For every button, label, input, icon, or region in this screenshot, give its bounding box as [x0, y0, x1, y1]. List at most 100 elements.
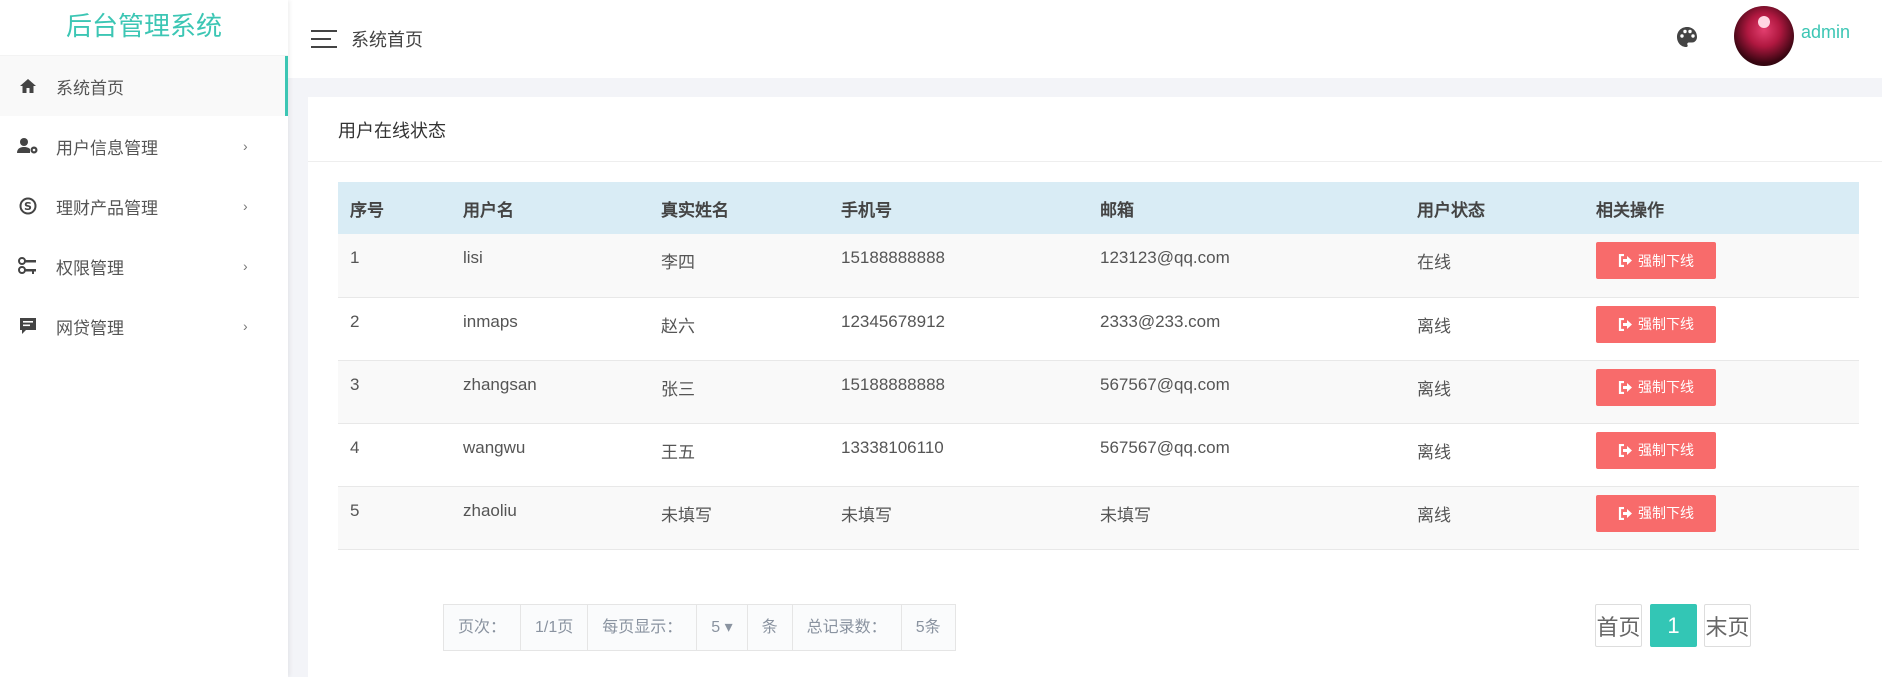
cell-index: 4: [338, 423, 451, 487]
force-offline-label: 强制下线: [1638, 505, 1694, 521]
sign-out-icon: [1618, 506, 1632, 520]
col-header-realname: 真实姓名: [649, 182, 829, 234]
page-label: 页次：: [444, 605, 522, 650]
sidebar-item-label: 理财产品管理: [56, 198, 158, 218]
table-header-row: 序号 用户名 真实姓名 手机号 邮箱 用户状态 相关操作: [338, 182, 1859, 234]
online-status-card: 用户在线状态 序号 用户名 真实姓名 手机号 邮箱 用户状态 相关操作 1 lis…: [308, 97, 1882, 677]
chevron-right-icon: ›: [243, 138, 248, 154]
last-page-button[interactable]: 末页: [1704, 604, 1751, 647]
chevron-right-icon: ›: [243, 258, 248, 274]
home-icon: [16, 76, 40, 96]
cell-username: zhaoliu: [451, 486, 649, 550]
cell-email: 2333@233.com: [1088, 297, 1405, 361]
force-offline-label: 强制下线: [1638, 379, 1694, 395]
page-1-button[interactable]: 1: [1650, 604, 1697, 647]
col-header-status: 用户状态: [1405, 182, 1584, 234]
table-row: 3 zhangsan 张三 15188888888 567567@qq.com 离线 强制下…: [338, 360, 1859, 424]
force-offline-label: 强制下线: [1638, 442, 1694, 458]
cell-status: 在线: [1405, 234, 1584, 298]
palette-icon[interactable]: [1676, 26, 1698, 48]
user-table: 序号 用户名 真实姓名 手机号 邮箱 用户状态 相关操作 1 lisi 李四 1518…: [338, 182, 1859, 550]
cell-email: 567567@qq.com: [1088, 360, 1405, 424]
svg-text:S: S: [24, 200, 32, 213]
skype-s-icon: S: [16, 196, 40, 216]
cell-username: inmaps: [451, 297, 649, 361]
table-row: 5 zhaoliu 未填写 未填写 未填写 离线 强制下线: [338, 486, 1859, 550]
first-page-button[interactable]: 首页: [1595, 604, 1642, 647]
cell-username: wangwu: [451, 423, 649, 487]
table-row: 1 lisi 李四 15188888888 123123@qq.com 在线 强制下线: [338, 234, 1859, 298]
table-row: 2 inmaps 赵六 12345678912 2333@233.com 离线 强制下线: [338, 297, 1859, 361]
sign-out-icon: [1618, 254, 1632, 267]
cell-realname: 李四: [649, 234, 829, 298]
cell-actions: 强制下线: [1584, 360, 1859, 424]
chevron-right-icon: ›: [243, 198, 248, 214]
total-label: 总记录数：: [793, 605, 902, 650]
sidebar-item-loans[interactable]: 网贷管理 ›: [0, 296, 288, 356]
cell-status: 离线: [1405, 297, 1584, 361]
cell-username: lisi: [451, 234, 649, 298]
sidebar-item-home[interactable]: 系统首页: [0, 56, 288, 116]
sign-out-icon: [1618, 380, 1632, 394]
cell-email: 567567@qq.com: [1088, 423, 1405, 487]
cell-actions: 强制下线: [1584, 423, 1859, 487]
sidebar: 后台管理系统 系统首页 用户信息管理 › S 理财产品管理 › 权限管理 › 网…: [0, 0, 288, 677]
cell-realname: 未填写: [649, 486, 829, 550]
cell-status: 离线: [1405, 423, 1584, 487]
keys-icon: [16, 256, 40, 276]
avatar[interactable]: [1734, 6, 1794, 66]
card-title: 用户在线状态: [308, 97, 1882, 162]
chevron-right-icon: ›: [243, 318, 248, 334]
sidebar-item-user-info[interactable]: 用户信息管理 ›: [0, 116, 288, 176]
message-icon: [16, 316, 40, 336]
sidebar-item-finance-products[interactable]: S 理财产品管理 ›: [0, 176, 288, 236]
col-header-username: 用户名: [451, 182, 649, 234]
cell-username: zhangsan: [451, 360, 649, 424]
username[interactable]: admin: [1801, 22, 1850, 43]
cell-index: 1: [338, 234, 451, 298]
sidebar-item-label: 网贷管理: [56, 318, 124, 338]
sign-out-icon: [1618, 317, 1632, 331]
sidebar-item-label: 用户信息管理: [56, 138, 158, 158]
col-header-email: 邮箱: [1088, 182, 1405, 234]
col-header-index: 序号: [338, 182, 451, 234]
cell-realname: 赵六: [649, 297, 829, 361]
col-header-phone: 手机号: [829, 182, 1088, 234]
cell-actions: 强制下线: [1584, 486, 1859, 550]
page-title: 系统首页: [351, 30, 423, 50]
cell-actions: 强制下线: [1584, 297, 1859, 361]
per-page-unit: 条: [748, 605, 793, 650]
cell-phone: 15188888888: [829, 234, 1088, 298]
user-gear-icon: [16, 136, 40, 156]
force-offline-button[interactable]: 强制下线: [1596, 368, 1716, 406]
force-offline-button[interactable]: 强制下线: [1596, 305, 1716, 343]
sidebar-item-label: 系统首页: [56, 78, 124, 98]
menu-toggle-icon[interactable]: [311, 30, 337, 48]
per-page-select[interactable]: 5 ▾: [697, 605, 748, 650]
cell-realname: 王五: [649, 423, 829, 487]
per-page-label: 每页显示：: [588, 605, 698, 650]
cell-index: 5: [338, 486, 451, 550]
force-offline-label: 强制下线: [1638, 252, 1694, 269]
cell-phone: 15188888888: [829, 360, 1088, 424]
top-header: 系统首页 admin: [288, 0, 1882, 78]
col-header-actions: 相关操作: [1584, 182, 1859, 234]
cell-index: 2: [338, 297, 451, 361]
page-value: 1/1页: [521, 605, 589, 650]
force-offline-label: 强制下线: [1638, 316, 1694, 332]
cell-actions: 强制下线: [1584, 234, 1859, 298]
cell-status: 离线: [1405, 486, 1584, 550]
force-offline-button[interactable]: 强制下线: [1596, 242, 1716, 279]
pagination-info: 页次： 1/1页 每页显示： 5 ▾ 条 总记录数： 5条: [443, 604, 956, 651]
cell-status: 离线: [1405, 360, 1584, 424]
sign-out-icon: [1618, 443, 1632, 457]
cell-phone: 13338106110: [829, 423, 1088, 487]
sidebar-item-permissions[interactable]: 权限管理 ›: [0, 236, 288, 296]
table-row: 4 wangwu 王五 13338106110 567567@qq.com 离线 强制下线: [338, 423, 1859, 487]
total-value: 5条: [915, 619, 941, 636]
cell-phone: 未填写: [829, 486, 1088, 550]
cell-realname: 张三: [649, 360, 829, 424]
force-offline-button[interactable]: 强制下线: [1596, 431, 1716, 469]
cell-email: 123123@qq.com: [1088, 234, 1405, 298]
force-offline-button[interactable]: 强制下线: [1596, 494, 1716, 532]
